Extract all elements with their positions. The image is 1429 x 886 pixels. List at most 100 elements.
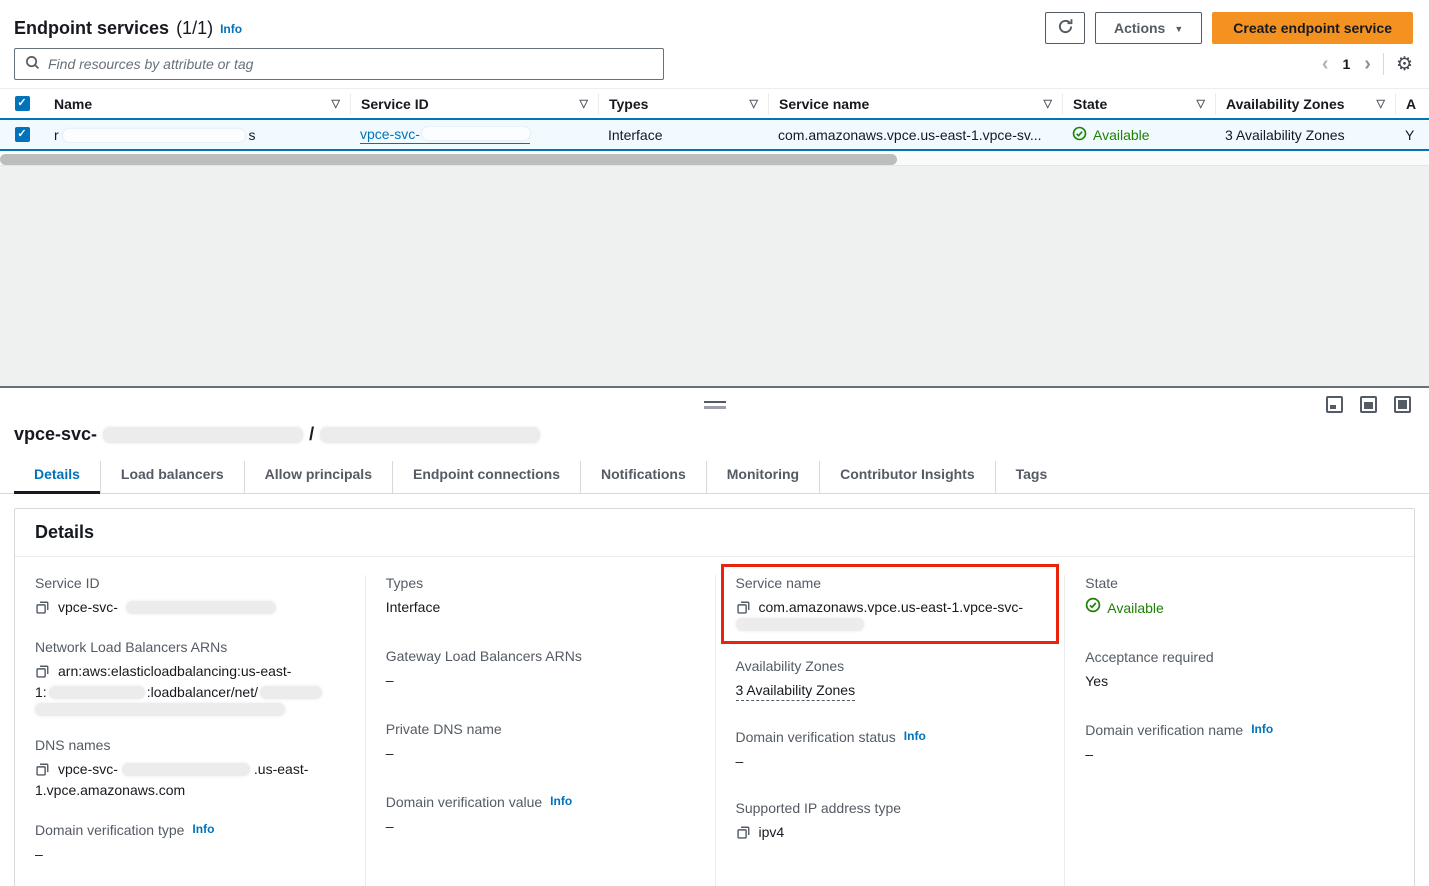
panel-size-small-icon[interactable] [1326, 396, 1343, 413]
details-card-heading: Details [15, 509, 1414, 557]
redacted-text [35, 703, 285, 716]
panel-title: vpce-svc- / [14, 424, 1415, 445]
panel-size-medium-icon[interactable] [1360, 396, 1377, 413]
field-nlb-arns: Network Load Balancers ARNs arn:aws:elas… [35, 639, 345, 716]
info-link[interactable]: Info [550, 794, 572, 808]
panel-size-controls [1326, 396, 1411, 413]
cell-state: Available [1062, 126, 1215, 144]
field-domain-verification-name: Domain verification name Info – [1085, 722, 1394, 765]
column-header-availability-zones[interactable]: Availability Zones▽ [1215, 93, 1395, 115]
actions-button[interactable]: Actions ▼ [1095, 12, 1202, 44]
service-id-link[interactable]: vpce-svc- [360, 126, 530, 144]
field-types: Types Interface [386, 575, 695, 618]
page-title: Endpoint services [14, 18, 169, 39]
availability-zones-link[interactable]: 3 Availability Zones [736, 682, 856, 701]
row-select-cell: ✓ [0, 127, 44, 142]
redacted-text [422, 127, 530, 140]
sort-icon[interactable]: ▽ [1044, 97, 1052, 110]
field-service-id: Service ID vpce-svc- [35, 575, 345, 618]
details-column-3: Service name com.amazonaws.vpce.us-east-… [715, 575, 1065, 886]
field-supported-ip-type: Supported IP address type ipv4 [736, 800, 1045, 843]
info-link[interactable]: Info [220, 22, 242, 36]
tab-details[interactable]: Details [14, 461, 100, 493]
check-icon: ✓ [17, 129, 26, 140]
split-panel: vpce-svc- / Details Load balancers Allow… [0, 386, 1429, 875]
field-domain-verification-type: Domain verification type Info – [35, 822, 345, 865]
column-header-service-name[interactable]: Service name▽ [768, 93, 1062, 115]
endpoint-services-page: Endpoint services (1/1) Info Actions ▼ C… [0, 0, 1429, 886]
tab-contributor-insights[interactable]: Contributor Insights [819, 461, 995, 493]
status-badge: Available [1107, 598, 1164, 619]
sort-icon[interactable]: ▽ [332, 97, 340, 110]
details-card: Details Service ID vpce-svc- [14, 508, 1415, 886]
info-link[interactable]: Info [904, 729, 926, 743]
tab-endpoint-connections[interactable]: Endpoint connections [392, 461, 580, 493]
column-header-clipped[interactable]: A [1395, 93, 1429, 115]
search-box[interactable] [14, 48, 664, 80]
check-circle-icon [1072, 126, 1087, 144]
copy-icon[interactable] [35, 600, 50, 615]
sort-icon[interactable]: ▽ [580, 97, 588, 110]
tab-monitoring[interactable]: Monitoring [706, 461, 819, 493]
field-availability-zones: Availability Zones 3 Availability Zones [736, 658, 1045, 701]
create-endpoint-service-button[interactable]: Create endpoint service [1212, 12, 1413, 44]
info-link[interactable]: Info [1251, 722, 1273, 736]
field-domain-verification-value: Domain verification value Info – [386, 794, 695, 837]
status-badge: Available [1093, 127, 1150, 143]
redacted-text [49, 686, 145, 699]
filter-bar: ‹ 1 › ⚙ [0, 44, 1429, 88]
field-private-dns-name: Private DNS name – [386, 721, 695, 764]
endpoint-services-table: ✓ Name▽ Service ID▽ Types▽ Service name▽… [0, 88, 1429, 165]
chevron-down-icon: ▼ [1174, 24, 1183, 34]
search-input[interactable] [48, 56, 653, 72]
sort-icon[interactable]: ▽ [750, 97, 758, 110]
sort-icon[interactable]: ▽ [1197, 97, 1205, 110]
details-column-2: Types Interface Gateway Load Balancers A… [365, 575, 715, 886]
redacted-text [122, 763, 250, 776]
copy-icon[interactable] [35, 762, 50, 777]
gear-icon[interactable]: ⚙ [1396, 55, 1413, 74]
previous-page-button[interactable]: ‹ [1322, 54, 1329, 74]
check-icon: ✓ [17, 98, 26, 109]
column-header-service-id[interactable]: Service ID▽ [350, 93, 598, 115]
field-acceptance-required: Acceptance required Yes [1085, 649, 1394, 692]
refresh-icon [1057, 18, 1074, 38]
panel-size-large-icon[interactable] [1394, 396, 1411, 413]
column-header-state[interactable]: State▽ [1062, 93, 1215, 115]
horizontal-scrollbar-thumb[interactable] [0, 154, 897, 165]
details-column-1: Service ID vpce-svc- Network Load Balanc… [15, 575, 365, 886]
field-dns-names: DNS names vpce-svc- .us-east- 1.vpce.ama… [35, 737, 345, 801]
copy-icon[interactable] [736, 825, 751, 840]
cell-types: Interface [598, 127, 768, 143]
redacted-text [260, 686, 322, 699]
next-page-button[interactable]: › [1364, 54, 1371, 74]
tab-allow-principals[interactable]: Allow principals [244, 461, 392, 493]
refresh-button[interactable] [1045, 12, 1085, 44]
redacted-text [63, 129, 245, 142]
copy-icon[interactable] [736, 600, 751, 615]
panel-drag-handle[interactable] [704, 401, 726, 409]
copy-icon[interactable] [35, 664, 50, 679]
redacted-text [126, 601, 276, 614]
page-header: Endpoint services (1/1) Info Actions ▼ C… [0, 0, 1429, 44]
tab-bar: Details Load balancers Allow principals … [0, 461, 1429, 494]
field-state: State Available [1085, 575, 1394, 619]
field-glb-arns: Gateway Load Balancers ARNs – [386, 648, 695, 691]
horizontal-scrollbar[interactable] [0, 154, 1429, 165]
column-header-types[interactable]: Types▽ [598, 93, 768, 115]
pagination: ‹ 1 › ⚙ [1322, 53, 1413, 75]
tab-notifications[interactable]: Notifications [580, 461, 706, 493]
select-all-checkbox[interactable]: ✓ [15, 96, 30, 111]
tab-load-balancers[interactable]: Load balancers [100, 461, 244, 493]
row-checkbox[interactable]: ✓ [15, 127, 30, 142]
current-page[interactable]: 1 [1340, 56, 1352, 72]
column-header-name[interactable]: Name▽ [44, 93, 350, 115]
table-row[interactable]: ✓ r s vpce-svc- Interface com.amazonaws.… [0, 118, 1429, 151]
availability-zones-link[interactable]: 3 Availability Zones [1225, 127, 1345, 143]
sort-icon[interactable]: ▽ [1377, 97, 1385, 110]
info-link[interactable]: Info [192, 822, 214, 836]
tab-tags[interactable]: Tags [995, 461, 1068, 493]
select-all-cell: ✓ [0, 93, 44, 115]
cell-service-name: com.amazonaws.vpce.us-east-1.vpce-sv... [768, 127, 1062, 143]
background-area [0, 165, 1429, 386]
